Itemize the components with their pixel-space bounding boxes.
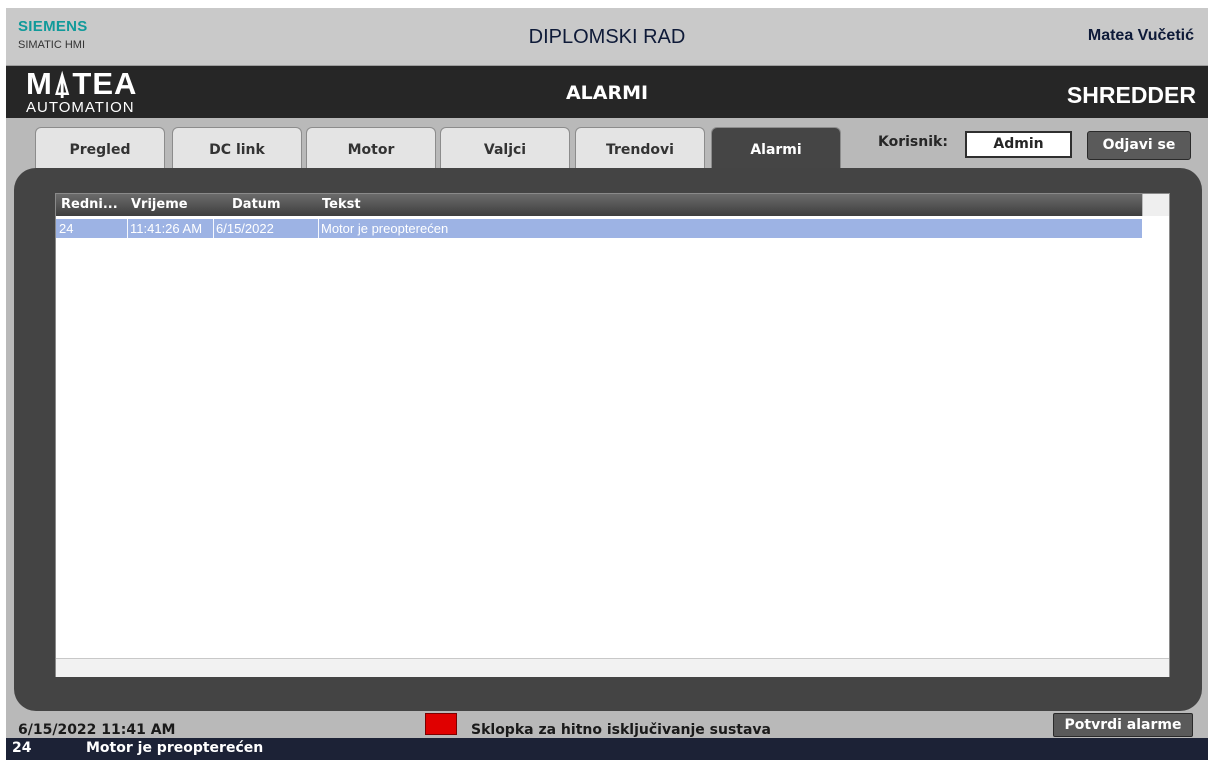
emergency-stop-label: Sklopka za hitno isključivanje sustava xyxy=(471,722,772,738)
alarm-table-header: Redni... Vrijeme Datum Tekst xyxy=(56,194,1142,216)
alarm-line-number: 24 xyxy=(12,740,32,756)
alarm-time: 11:41:26 AM xyxy=(130,221,203,236)
tab-alarmi[interactable]: Alarmi xyxy=(711,127,841,171)
tab-motor[interactable]: Motor xyxy=(306,127,436,171)
column-header-time[interactable]: Vrijeme xyxy=(131,197,188,212)
column-divider xyxy=(127,219,128,238)
tab-pregled[interactable]: Pregled xyxy=(35,127,165,171)
alarm-view: Redni... Vrijeme Datum Tekst 24 11:41:26… xyxy=(55,193,1170,677)
author-name: Matea Vučetić xyxy=(1087,27,1194,44)
hmi-screen: SIEMENS SIMATIC HMI DIPLOMSKI RAD Matea … xyxy=(6,8,1208,760)
user-label: Korisnik: xyxy=(878,134,948,150)
tab-trendovi[interactable]: Trendovi xyxy=(575,127,705,171)
alarm-line[interactable]: 24 Motor je preopterećen xyxy=(6,738,1208,760)
logout-button[interactable]: Odjavi se xyxy=(1087,131,1191,160)
alarm-text: Motor je preopterećen xyxy=(321,221,449,236)
emergency-stop-indicator xyxy=(425,713,457,735)
alarm-date: 6/15/2022 xyxy=(216,221,274,236)
acknowledge-alarms-button[interactable]: Potvrdi alarme xyxy=(1053,713,1193,737)
machine-name: SHREDDER xyxy=(1066,82,1196,108)
horizontal-scrollbar[interactable] xyxy=(56,658,1169,677)
screen-header: M⍋TEA AUTOMATION ALARMI SHREDDER xyxy=(6,66,1208,118)
date-time-display: 6/15/2022 11:41 AM xyxy=(18,722,176,738)
column-header-date[interactable]: Datum xyxy=(232,197,281,212)
tab-dc-link[interactable]: DC link xyxy=(172,127,302,171)
screen-title: ALARMI xyxy=(565,82,649,104)
alarm-line-text: Motor je preopterećen xyxy=(86,740,264,756)
column-divider xyxy=(318,219,319,238)
project-title: DIPLOMSKI RAD xyxy=(528,26,686,48)
alarm-number: 24 xyxy=(59,221,74,236)
tab-valjci[interactable]: Valjci xyxy=(440,127,570,171)
column-header-text[interactable]: Tekst xyxy=(322,197,361,212)
column-header-no[interactable]: Redni... xyxy=(61,197,118,212)
user-field[interactable]: Admin xyxy=(965,131,1072,158)
table-row[interactable]: 24 11:41:26 AM 6/15/2022 Motor je preopt… xyxy=(56,219,1142,238)
column-divider xyxy=(213,219,214,238)
title-bar: SIEMENS SIMATIC HMI DIPLOMSKI RAD Matea … xyxy=(6,8,1208,66)
table-corner xyxy=(1142,194,1169,216)
